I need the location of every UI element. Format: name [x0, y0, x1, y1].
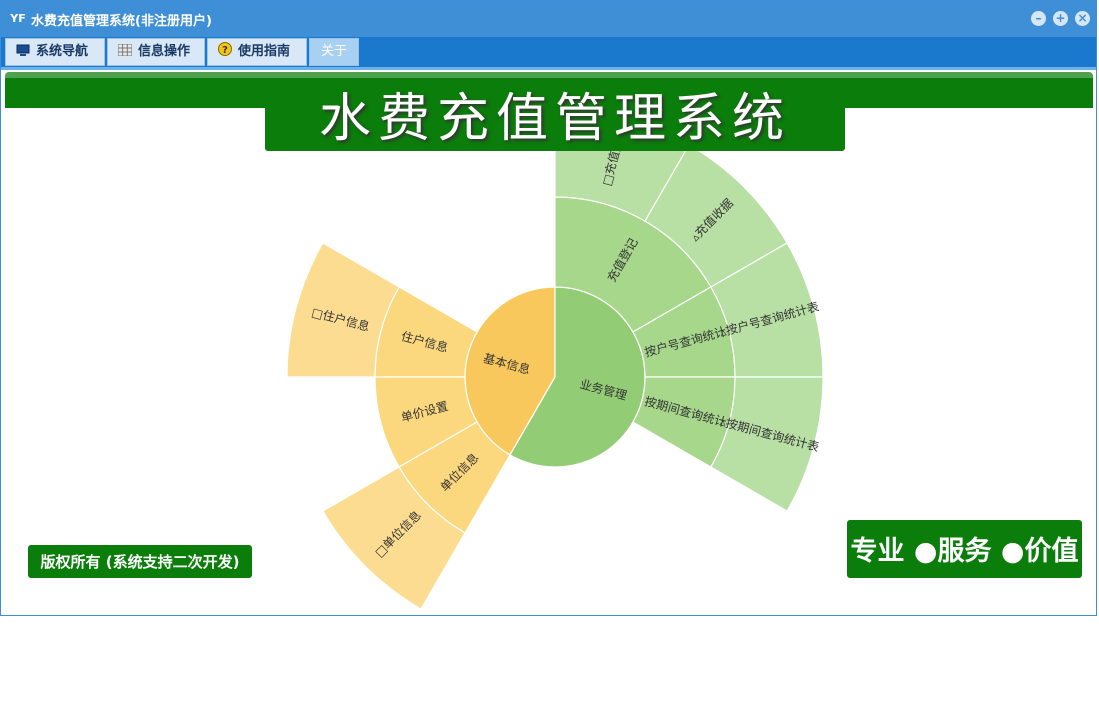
slogan-badge: 专业 ●服务 ●价值: [847, 520, 1082, 578]
app-window: YF 水费充值管理系统(非注册用户) – + × 系统导航 信息操作 ? 使用指南…: [0, 0, 1097, 616]
copyright-badge: 版权所有 (系统支持二次开发): [28, 545, 252, 578]
system-title-banner: 水费充值管理系统: [265, 79, 845, 151]
